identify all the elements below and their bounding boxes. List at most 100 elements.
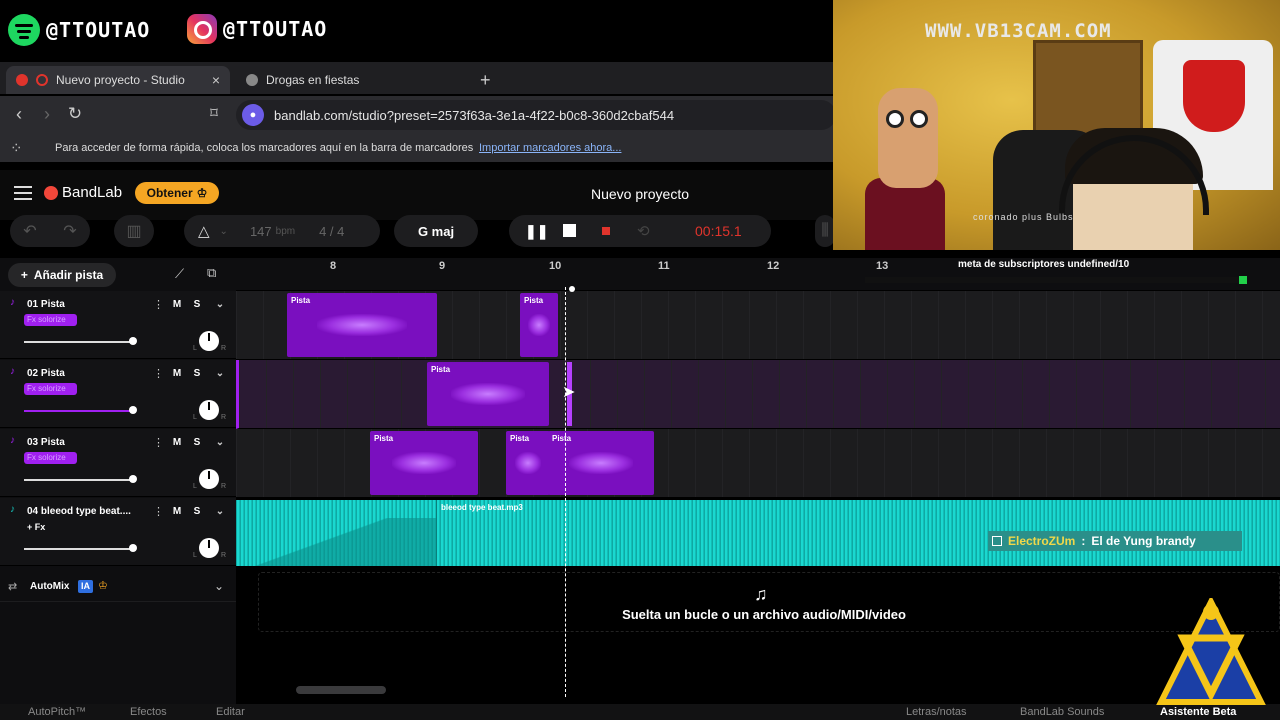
- pan-knob[interactable]: [199, 331, 219, 351]
- bpm-value[interactable]: 147: [250, 224, 272, 239]
- mute-button[interactable]: M: [169, 504, 185, 520]
- chevron-down-icon[interactable]: ⌄: [212, 366, 228, 382]
- reload-icon[interactable]: ↻: [64, 104, 86, 124]
- pan-knob[interactable]: [199, 400, 219, 420]
- volume-slider[interactable]: [24, 479, 134, 481]
- track-header-04[interactable]: ♪ 04 bleeod type beat.... + Fx ⋮ M S ⌄ L…: [0, 498, 236, 566]
- transport-group: ❚❚ ⟲ 00:15.1: [509, 215, 771, 247]
- upgrade-button[interactable]: Obtener ♔: [135, 182, 219, 204]
- fx-badge[interactable]: Fx solorize: [24, 314, 77, 326]
- microphone-icon[interactable]: ●: [242, 104, 264, 126]
- track-menu-icon[interactable]: ⋮: [153, 367, 164, 380]
- chevron-down-icon[interactable]: ⌄: [220, 226, 228, 237]
- chevron-down-icon[interactable]: ⌄: [214, 579, 224, 593]
- time-signature[interactable]: 4 / 4: [319, 224, 344, 239]
- address-bar-row: ‹ › ↻ ⌑ ● bandlab.com/studio?preset=2573…: [0, 96, 836, 134]
- ruler-tick: 13: [876, 260, 889, 272]
- piano-button[interactable]: ▥: [114, 215, 154, 247]
- solo-button[interactable]: S: [189, 435, 205, 451]
- lyrics-tab[interactable]: Letras/notas: [906, 706, 967, 718]
- piano-icon: ▥: [126, 223, 142, 240]
- autopitch-tab[interactable]: AutoPitch™: [28, 706, 86, 718]
- horizontal-scrollbar[interactable]: [296, 686, 386, 694]
- pan-right-mark: R: [221, 345, 227, 352]
- solo-button[interactable]: S: [189, 366, 205, 382]
- mute-button[interactable]: M: [169, 435, 185, 451]
- audio-clip[interactable]: Pista: [287, 293, 437, 357]
- hamburger-menu-icon[interactable]: [14, 186, 32, 200]
- redo-icon[interactable]: ↷: [63, 221, 76, 241]
- ruler-tick: 11: [658, 260, 670, 272]
- automix-row[interactable]: ⇄ AutoMix IA ♔ ⌄: [0, 574, 236, 602]
- add-track-button[interactable]: + Añadir pista: [8, 263, 116, 287]
- audio-clip[interactable]: Pista: [548, 431, 654, 495]
- track-menu-icon[interactable]: ⋮: [153, 436, 164, 449]
- volume-slider[interactable]: [24, 341, 134, 343]
- new-tab-plus-icon[interactable]: +: [470, 66, 501, 94]
- mute-button[interactable]: M: [169, 366, 185, 382]
- tab-nuevo-proyecto[interactable]: Nuevo proyecto - Studio ×: [6, 66, 230, 94]
- fx-badge[interactable]: Fx solorize: [24, 383, 77, 395]
- volume-slider[interactable]: [24, 548, 134, 550]
- volume-handle[interactable]: [129, 475, 137, 483]
- automix-icon: ⇄: [8, 581, 18, 593]
- project-title[interactable]: Nuevo proyecto: [540, 186, 740, 202]
- audio-clip[interactable]: Pista: [520, 293, 558, 357]
- volume-handle[interactable]: [129, 406, 137, 414]
- mute-button[interactable]: M: [169, 297, 185, 313]
- track-header-03[interactable]: ♪ 03 Pista Fx solorize ⋮ M S ⌄ L R: [0, 429, 236, 497]
- solo-button[interactable]: S: [189, 297, 205, 313]
- close-tab-icon[interactable]: ×: [212, 72, 220, 88]
- volume-handle[interactable]: [129, 544, 137, 552]
- tuning-fork-icon[interactable]: ⟋: [175, 266, 184, 282]
- arrange-icon[interactable]: ⧉: [207, 265, 216, 281]
- drop-zone[interactable]: [258, 572, 1280, 632]
- track-header-02[interactable]: ♪ 02 Pista Fx solorize ⋮ M S ⌄ L R: [0, 360, 236, 428]
- undo-icon[interactable]: ↶: [23, 221, 36, 241]
- puppet-eye: [910, 110, 928, 128]
- audio-clip[interactable]: Pista: [370, 431, 478, 495]
- audio-clip[interactable]: Pista: [506, 431, 550, 495]
- chevron-down-icon[interactable]: ⌄: [212, 297, 228, 313]
- pan-knob[interactable]: [199, 538, 219, 558]
- edit-tab[interactable]: Editar: [216, 706, 245, 718]
- key-selector[interactable]: G maj: [394, 215, 478, 247]
- metronome-icon[interactable]: △: [198, 222, 210, 240]
- effects-tab[interactable]: Efectos: [130, 706, 167, 718]
- track-lane-02[interactable]: Pista ➤: [236, 360, 1280, 429]
- pause-icon[interactable]: ❚❚: [525, 223, 548, 240]
- stop-icon[interactable]: [563, 224, 576, 237]
- audio-clip[interactable]: Pista: [427, 362, 549, 426]
- bandlab-logo[interactable]: BandLab: [44, 184, 122, 201]
- track-menu-icon[interactable]: ⋮: [153, 298, 164, 311]
- sounds-tab[interactable]: BandLab Sounds: [1020, 706, 1104, 718]
- beat-clip-fade[interactable]: [236, 518, 436, 566]
- track-lane-03[interactable]: Pista Pista Pista: [236, 429, 1280, 498]
- loop-icon[interactable]: ⟲: [637, 222, 650, 240]
- record-icon[interactable]: [602, 227, 610, 235]
- solo-button[interactable]: S: [189, 504, 205, 520]
- bookmark-icon[interactable]: ⌑: [203, 104, 225, 122]
- back-arrow-icon[interactable]: ‹: [8, 104, 30, 125]
- track-menu-icon[interactable]: ⋮: [153, 505, 164, 518]
- mixer-button[interactable]: ⫼: [815, 215, 835, 247]
- track-header-01[interactable]: ♪ 01 Pista Fx solorize ⋮ M S ⌄ L R: [0, 291, 236, 359]
- pan-right-mark: R: [221, 414, 227, 421]
- volume-handle[interactable]: [129, 337, 137, 345]
- track-lane-01[interactable]: Pista Pista: [236, 291, 1280, 360]
- chat-bubble-icon: [992, 536, 1002, 546]
- fx-badge[interactable]: Fx solorize: [24, 452, 77, 464]
- tab-drogas[interactable]: Drogas en fiestas: [236, 66, 462, 94]
- shelf-background: [1033, 40, 1143, 140]
- chevron-down-icon[interactable]: ⌄: [212, 504, 228, 520]
- apps-grid-icon[interactable]: ⁘: [10, 139, 23, 157]
- playhead[interactable]: [565, 287, 566, 697]
- chevron-down-icon[interactable]: ⌄: [212, 435, 228, 451]
- volume-slider[interactable]: [24, 410, 134, 412]
- forward-arrow-icon[interactable]: ›: [36, 104, 58, 125]
- url-field[interactable]: ● bandlab.com/studio?preset=2573f63a-3e1…: [236, 100, 836, 130]
- import-bookmarks-link[interactable]: Importar marcadores ahora...: [479, 142, 621, 154]
- add-fx-button[interactable]: + Fx: [27, 522, 45, 532]
- playhead-handle[interactable]: [569, 286, 575, 292]
- pan-knob[interactable]: [199, 469, 219, 489]
